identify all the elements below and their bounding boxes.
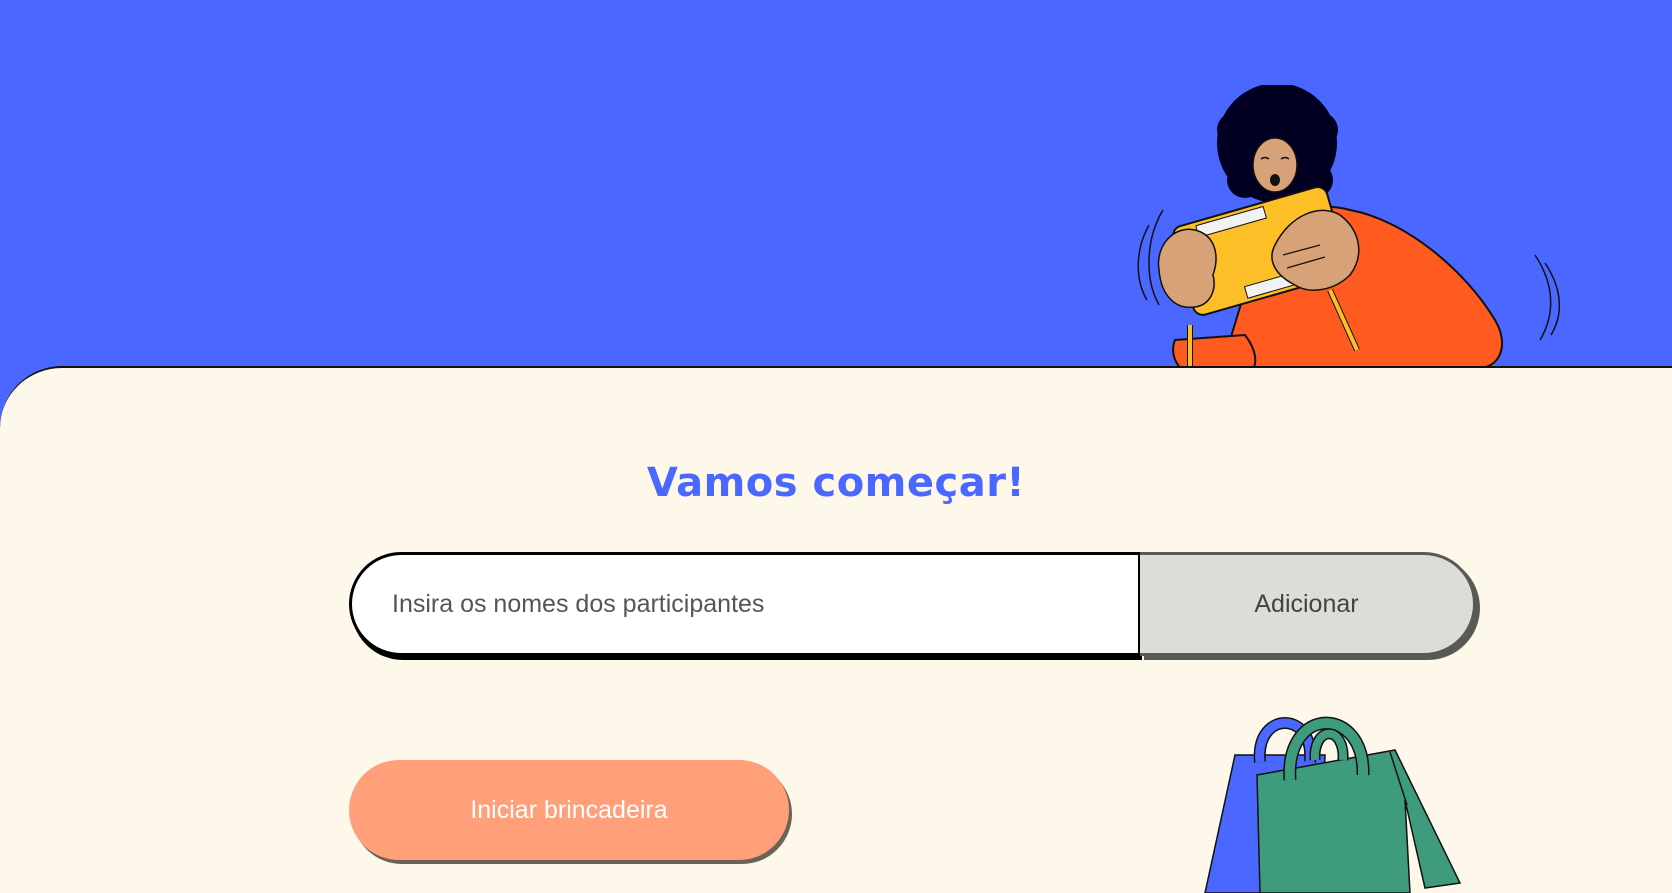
person-playing-console-illustration	[1137, 85, 1561, 386]
add-participant-form: Adicionar	[349, 552, 1479, 660]
page-title: Vamos começar!	[646, 460, 1026, 506]
start-game-button[interactable]: Iniciar brincadeira	[349, 760, 789, 860]
participant-name-input[interactable]	[349, 552, 1140, 656]
shopping-bags-illustration	[1204, 716, 1462, 893]
add-participant-button[interactable]: Adicionar	[1140, 552, 1476, 656]
